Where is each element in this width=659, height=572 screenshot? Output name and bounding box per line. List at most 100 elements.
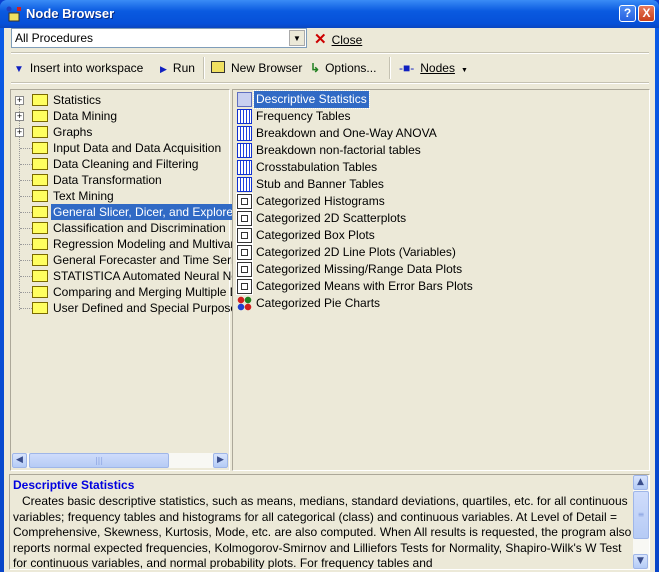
toolbar-separator: [389, 57, 391, 79]
scatterplot-icon: [236, 210, 253, 227]
tree-item-label: Text Mining: [53, 189, 114, 203]
node-label: Breakdown non-factorial tables: [256, 143, 421, 157]
node-icon: -■-: [399, 61, 415, 75]
line-plot-icon: [236, 244, 253, 261]
table-icon: [237, 177, 252, 192]
tree-connector: [20, 212, 32, 213]
expand-icon[interactable]: +: [15, 112, 24, 121]
node-label: Categorized 2D Line Plots (Variables): [256, 245, 456, 259]
folder-icon: [32, 142, 48, 154]
tree-connector: [20, 244, 32, 245]
tree-connector: [20, 276, 32, 277]
folder-icon: [32, 254, 48, 266]
tree-horizontal-scrollbar[interactable]: ◀ ||| ▶: [12, 453, 228, 468]
folder-icon: [32, 174, 48, 186]
node-label: Categorized Histograms: [256, 194, 385, 208]
node-label: Crosstabulation Tables: [256, 160, 378, 174]
scroll-down-icon[interactable]: ▼: [633, 554, 648, 569]
run-label: Run: [172, 61, 195, 75]
breakdown-icon: [237, 143, 252, 158]
chevron-down-icon[interactable]: ▼: [289, 30, 305, 46]
run-icon: ▶: [160, 64, 167, 74]
scroll-up-icon[interactable]: ▲: [633, 475, 648, 490]
divider: [11, 52, 649, 54]
descriptive-stats-icon: [237, 92, 252, 107]
node-browser-window: Node Browser ? X All Procedures ▼ ✕ Close…: [0, 0, 659, 572]
folder-icon: [32, 270, 48, 282]
tree-connector: [20, 292, 32, 293]
dropdown-arrow-icon: ▼: [460, 67, 468, 74]
pie-chart-icon: [237, 296, 252, 311]
node-list[interactable]: Descriptive Statistics Frequency Tables Br…: [232, 89, 650, 471]
tree-item-label: STATISTICA Automated Neural Netw: [53, 269, 250, 283]
folder-icon: [32, 94, 48, 106]
node-label: Frequency Tables: [256, 109, 351, 123]
tree-item-label: General Slicer, Dicer, and Explorer: [51, 204, 240, 220]
node-label: Breakdown and One-Way ANOVA: [256, 126, 437, 140]
tree-connector: [20, 308, 32, 309]
tree-item-label: Data Transformation: [53, 173, 162, 187]
app-icon: [6, 6, 21, 22]
expand-icon[interactable]: +: [15, 128, 24, 137]
description-scrollbar[interactable]: ▲ ≡ ▼: [633, 475, 649, 569]
help-button[interactable]: ?: [619, 5, 636, 22]
close-button[interactable]: ✕ Close: [314, 30, 362, 48]
scroll-right-icon[interactable]: ▶: [213, 453, 228, 468]
folder-icon: [32, 158, 48, 170]
tree-connector: [20, 180, 32, 181]
tree-item-label: Data Mining: [53, 109, 118, 123]
run-button[interactable]: ▶ Run: [160, 61, 195, 75]
insert-into-workspace-button[interactable]: ▼ Insert into workspace: [14, 61, 143, 75]
tree-item-label: Classification and Discrimination: [53, 221, 226, 235]
error-bars-icon: [236, 278, 253, 295]
scroll-left-icon[interactable]: ◀: [12, 453, 27, 468]
node-label: Descriptive Statistics: [253, 90, 370, 109]
procedure-filter-select[interactable]: All Procedures ▼: [11, 28, 307, 48]
table-icon: [237, 160, 252, 175]
nodes-label: Nodes: [420, 61, 455, 75]
tree-connector: [20, 228, 32, 229]
scroll-thumb[interactable]: ≡: [633, 491, 649, 539]
close-label: Close: [331, 33, 363, 47]
node-label: Categorized Means with Error Bars Plots: [256, 279, 473, 293]
nodes-menu-button[interactable]: -■- Nodes ▼: [399, 61, 468, 75]
range-plot-icon: [236, 261, 253, 278]
node-label: Stub and Banner Tables: [256, 177, 384, 191]
folder-icon: [32, 302, 48, 314]
description-panel: Descriptive Statistics Creates basic des…: [9, 474, 650, 570]
new-browser-label: New Browser: [231, 61, 303, 75]
table-icon: [237, 109, 252, 124]
tree-chart-icon: [237, 126, 252, 141]
expand-icon[interactable]: +: [15, 96, 24, 105]
scroll-thumb[interactable]: |||: [29, 453, 169, 468]
description-text: Creates basic descriptive statistics, su…: [13, 494, 632, 570]
options-label: Options...: [325, 61, 377, 75]
category-tree[interactable]: + Statistics + Data Mining + Graphs Input Data…: [10, 89, 255, 471]
new-browser-icon: [211, 61, 225, 73]
insert-icon: ▼: [14, 64, 24, 75]
title-bar[interactable]: Node Browser ? X: [0, 0, 659, 28]
toolbar-separator: [203, 57, 205, 79]
tree-connector: [20, 196, 32, 197]
node-label: Categorized 2D Scatterplots: [256, 211, 407, 225]
tree-connector: [20, 260, 32, 261]
node-label: Categorized Pie Charts: [256, 296, 381, 310]
node-label: Categorized Box Plots: [256, 228, 375, 242]
folder-icon: [32, 110, 48, 122]
folder-icon: [32, 286, 48, 298]
histogram-icon: [236, 193, 253, 210]
new-browser-button[interactable]: New Browser: [211, 61, 302, 75]
folder-icon: [32, 126, 48, 138]
insert-label: Insert into workspace: [29, 61, 144, 75]
tree-connector: [20, 164, 32, 165]
tree-item-label: Statistics: [53, 93, 102, 107]
tree-item-label: Regression Modeling and Multivariate: [53, 237, 254, 251]
folder-icon: [32, 190, 48, 202]
client-area: All Procedures ▼ ✕ Close ▼ Insert into wor…: [4, 28, 655, 572]
window-close-button[interactable]: X: [638, 5, 655, 22]
close-x-icon: ✕: [314, 31, 327, 48]
tree-item-label: Comparing and Merging Multiple Data: [53, 285, 256, 299]
tree-connector: [20, 148, 32, 149]
options-button[interactable]: ↳ Options...: [310, 61, 376, 75]
tree-item-label: Input Data and Data Acquisition: [53, 141, 222, 155]
